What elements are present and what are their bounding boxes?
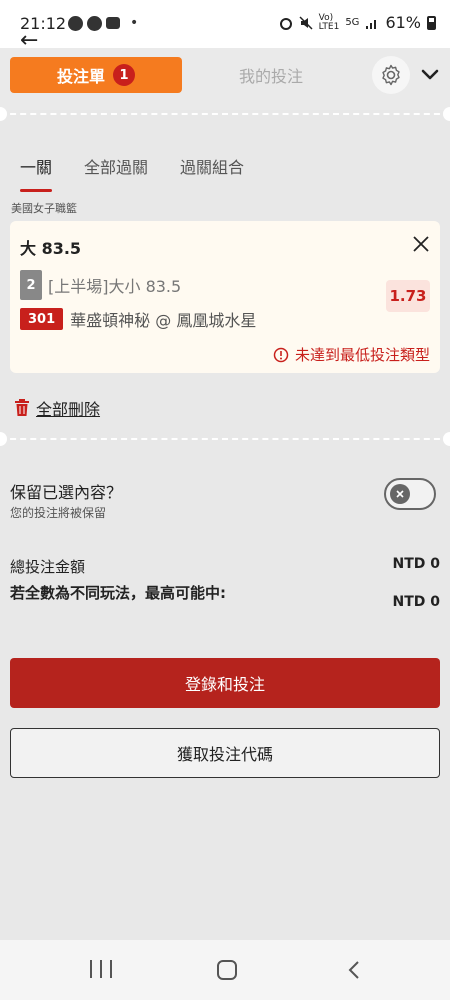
warning-text: 未達到最低投注類型: [294, 346, 430, 364]
signal-icon: [366, 19, 377, 29]
ticket-notch: [443, 432, 450, 446]
network-type: 5G: [345, 17, 360, 28]
tab-my-bets[interactable]: 我的投注: [200, 57, 342, 93]
recent-apps-icon-bar: [100, 960, 102, 978]
volte-icon: Vo) LTE1: [318, 12, 340, 32]
league-name: 美國女子職籃: [11, 202, 77, 215]
status-right: Vo) LTE1 5G 61%: [279, 13, 436, 32]
match-name: 華盛頓神秘 @ 鳳凰城水星: [70, 311, 257, 330]
recent-apps-icon: [90, 960, 92, 978]
total-stake-label: 總投注金額: [10, 558, 86, 576]
keep-selections-title: 保留已選內容？: [10, 483, 123, 502]
bet-selection: 大 83.5: [20, 239, 82, 258]
max-win-label: 若全數為不同玩法，最高可能中:: [10, 584, 227, 602]
ticket-notch: [443, 107, 450, 121]
dashed-divider: [0, 113, 450, 115]
back-arrow-icon: ←: [20, 34, 39, 48]
tab-parlay-combo[interactable]: 過關組合: [180, 154, 244, 188]
match-number-badge: 301: [20, 308, 64, 330]
market-number-badge: 2: [20, 270, 42, 300]
gear-icon: [382, 64, 400, 86]
underlying-page-peek: ←: [18, 34, 448, 48]
betslip-count-badge: 1: [113, 64, 135, 86]
total-stake-value: NTD 0: [392, 556, 440, 572]
youtube-icon: [106, 17, 120, 29]
keep-selections-subtitle: 您的投注將被保留: [10, 506, 107, 520]
status-time: 21:12: [20, 14, 67, 33]
chevron-down-icon: [421, 69, 439, 80]
recent-apps-button[interactable]: [90, 960, 112, 980]
mute-icon: [299, 15, 313, 30]
back-chevron-icon: [348, 961, 359, 979]
max-win-value: NTD 0: [392, 594, 440, 610]
remove-bet-button[interactable]: [410, 233, 432, 255]
battery-icon: [427, 15, 436, 30]
tab-betslip[interactable]: 投注單 1: [10, 57, 182, 93]
match-row: 301 華盛頓神秘 @ 鳳凰城水星: [20, 307, 256, 331]
delete-all-button[interactable]: 全部刪除: [14, 396, 100, 420]
system-nav-bar: [0, 940, 450, 1000]
status-bar: 21:12 • Vo) LTE1 5G 61% ←: [0, 0, 450, 48]
toggle-knob: [390, 484, 410, 504]
battery-percent: 61%: [385, 13, 421, 32]
chat-app-icon: [87, 15, 102, 31]
get-bet-code-button[interactable]: 獲取投注代碼: [10, 728, 440, 778]
bet-card: 大 83.5 2 [上半場]大小 83.5 301 華盛頓神秘 @ 鳳凰城水星 …: [10, 221, 440, 373]
tab-parlay-all[interactable]: 全部過關: [84, 154, 148, 188]
min-bet-warning: 未達到最低投注類型: [273, 344, 430, 365]
betslip-header: 投注單 1 我的投注: [0, 48, 450, 110]
recent-apps-icon-bar: [110, 960, 112, 978]
x-icon: [396, 490, 404, 498]
odds-value: 1.73: [386, 280, 430, 312]
delete-all-label: 全部刪除: [36, 400, 101, 419]
tab-single[interactable]: 一關: [20, 154, 53, 192]
settings-button[interactable]: [372, 56, 410, 94]
tab-betslip-label: 投注單: [56, 67, 105, 86]
close-icon: [413, 236, 429, 252]
notification-icons: •: [68, 15, 138, 31]
bet-type-tabs: 一關 全部過關 過關組合: [20, 154, 244, 192]
ticket-notch: [0, 432, 7, 446]
home-button[interactable]: [217, 960, 237, 980]
dashed-divider: [0, 438, 450, 440]
line-app-icon: [68, 15, 83, 31]
keep-selections-toggle[interactable]: [384, 478, 436, 510]
collapse-button[interactable]: [418, 62, 442, 86]
back-button[interactable]: [344, 959, 366, 981]
trash-icon: [15, 399, 29, 416]
alert-circle-icon: [273, 347, 289, 362]
more-notifications-icon: •: [130, 15, 139, 31]
market-name: [上半場]大小 83.5: [48, 277, 182, 296]
login-and-bet-button[interactable]: 登錄和投注: [10, 658, 440, 708]
alarm-icon: [279, 17, 292, 30]
market-row: 2 [上半場]大小 83.5: [20, 270, 181, 300]
